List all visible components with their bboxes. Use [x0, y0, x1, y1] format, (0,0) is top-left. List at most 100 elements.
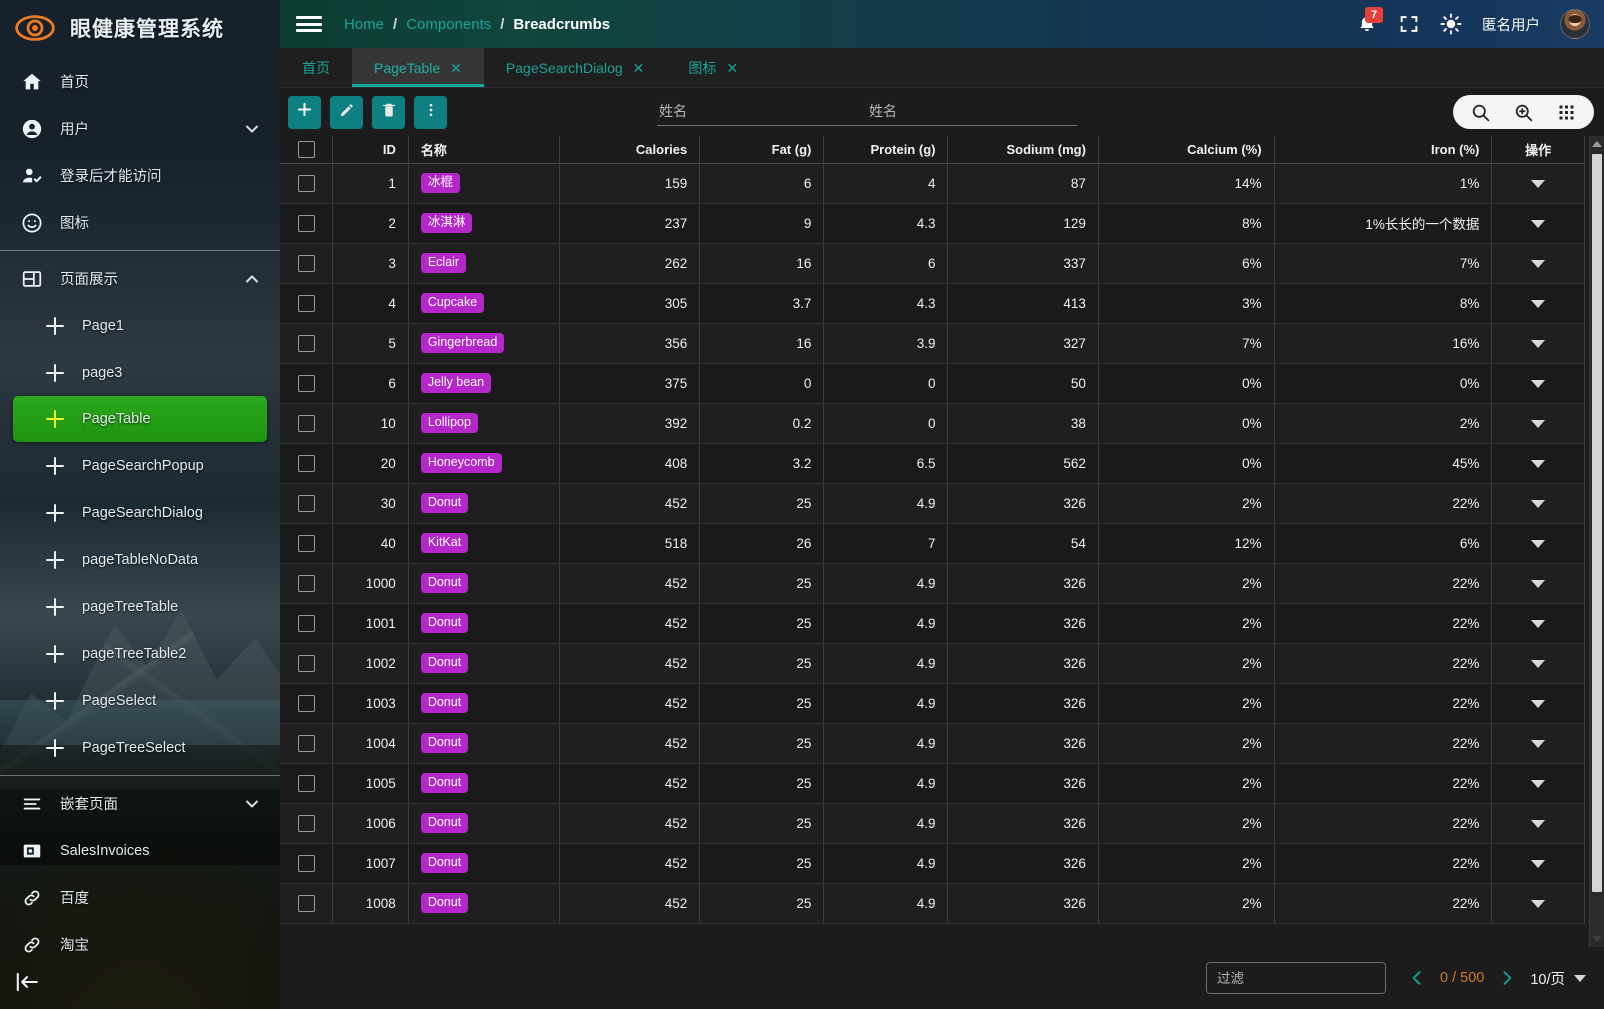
caret-down-icon[interactable] [1531, 499, 1546, 508]
close-icon[interactable]: ✕ [450, 61, 462, 75]
brand[interactable]: 眼健康管理系统 [0, 0, 280, 56]
caret-down-icon[interactable] [1531, 259, 1546, 268]
add-button[interactable] [288, 95, 321, 129]
table-row[interactable]: 1007 Donut 452 25 4.9 326 2% 22% [280, 843, 1585, 884]
col-header-iron[interactable]: Iron (%) [1274, 136, 1493, 164]
row-checkbox[interactable] [297, 374, 315, 392]
table-row[interactable]: 20 Honeycomb 408 3.2 6.5 562 0% 45% [280, 443, 1585, 484]
breadcrumb-item-components[interactable]: Components [406, 16, 491, 33]
caret-down-icon[interactable] [1531, 859, 1546, 868]
edit-button[interactable] [330, 95, 363, 129]
tab-pagetable[interactable]: PageTable ✕ [352, 48, 484, 87]
caret-down-icon[interactable] [1531, 579, 1546, 588]
table-row[interactable]: 6 Jelly bean 375 0 0 50 0% 0% [280, 363, 1585, 404]
table-row[interactable]: 1000 Donut 452 25 4.9 326 2% 22% [280, 563, 1585, 604]
table-row[interactable]: 1006 Donut 452 25 4.9 326 2% 22% [280, 803, 1585, 844]
page-size-selector[interactable]: 10/页 [1530, 968, 1586, 989]
col-header-sodium[interactable]: Sodium (mg) [947, 136, 1099, 164]
chevron-right-icon[interactable] [1494, 965, 1520, 991]
col-header-fat[interactable]: Fat (g) [699, 136, 825, 164]
row-checkbox[interactable] [297, 574, 315, 592]
sidebar-item-users[interactable]: 用户 [0, 105, 280, 152]
table-row[interactable]: 3 Eclair 262 16 6 337 6% 7% [280, 243, 1585, 284]
name-field-2[interactable] [867, 98, 1077, 126]
sidebar-item-home[interactable]: 首页 [0, 58, 280, 105]
chevron-down-icon[interactable] [242, 119, 262, 139]
chevron-left-icon[interactable] [1404, 965, 1430, 991]
table-row[interactable]: 1001 Donut 452 25 4.9 326 2% 22% [280, 603, 1585, 644]
caret-down-icon[interactable] [1531, 419, 1546, 428]
collapse-sidebar-icon[interactable] [14, 969, 40, 995]
sidebar-subitem-page1[interactable]: Page1 [0, 302, 280, 349]
caret-down-icon[interactable] [1531, 339, 1546, 348]
row-checkbox[interactable] [297, 414, 315, 432]
row-checkbox[interactable] [297, 214, 315, 232]
sidebar-subitem-pagetreetable2[interactable]: pageTreeTable2 [0, 630, 280, 677]
caret-down-icon[interactable] [1531, 899, 1546, 908]
scrollbar-thumb[interactable] [1592, 154, 1602, 892]
table-row[interactable]: 1005 Donut 452 25 4.9 326 2% 22% [280, 763, 1585, 804]
select-all-checkbox[interactable] [297, 140, 315, 158]
sidebar-subitem-page3[interactable]: page3 [0, 349, 280, 396]
tab-pagesearchdialog[interactable]: PageSearchDialog ✕ [484, 48, 666, 87]
col-header-protein[interactable]: Protein (g) [823, 136, 949, 164]
tab-icons[interactable]: 图标 ✕ [666, 48, 760, 87]
sidebar-group-page-display[interactable]: 页面展示 [0, 255, 280, 302]
table-row[interactable]: 1002 Donut 452 25 4.9 326 2% 22% [280, 643, 1585, 684]
sidebar-item-baidu[interactable]: 百度 [0, 874, 280, 921]
table-row[interactable]: 2 冰淇淋 237 9 4.3 129 8% 1%长长的一个数据 [280, 203, 1585, 244]
row-checkbox[interactable] [297, 174, 315, 192]
scroll-down-button[interactable] [1590, 931, 1604, 947]
table-vertical-scrollbar[interactable] [1589, 136, 1604, 947]
table-row[interactable]: 1008 Donut 452 25 4.9 326 2% 22% [280, 883, 1585, 924]
scroll-up-button[interactable] [1590, 136, 1604, 152]
sidebar-item-icons[interactable]: 图标 [0, 199, 280, 246]
grid-apps-icon[interactable] [1556, 102, 1577, 123]
search-icon[interactable] [1470, 102, 1491, 123]
row-checkbox[interactable] [297, 294, 315, 312]
row-checkbox[interactable] [297, 734, 315, 752]
close-icon[interactable]: ✕ [726, 61, 738, 75]
table-row[interactable]: 4 Cupcake 305 3.7 4.3 413 3% 8% [280, 283, 1585, 324]
caret-down-icon[interactable] [1531, 659, 1546, 668]
caret-down-icon[interactable] [1531, 539, 1546, 548]
hamburger-menu-icon[interactable] [296, 14, 322, 34]
close-icon[interactable]: ✕ [633, 61, 645, 75]
chevron-down-icon[interactable] [242, 794, 262, 814]
caret-down-icon[interactable] [1531, 739, 1546, 748]
caret-down-icon[interactable] [1531, 179, 1546, 188]
caret-down-icon[interactable] [1531, 299, 1546, 308]
row-checkbox[interactable] [297, 334, 315, 352]
sidebar-subitem-pagetreeselect[interactable]: PageTreeSelect [0, 724, 280, 771]
table-row[interactable]: 30 Donut 452 25 4.9 326 2% 22% [280, 483, 1585, 524]
table-row[interactable]: 40 KitKat 518 26 7 54 12% 6% [280, 523, 1585, 564]
fullscreen-icon[interactable] [1398, 13, 1420, 35]
sidebar-subitem-pageselect[interactable]: PageSelect [0, 677, 280, 724]
row-checkbox[interactable] [297, 814, 315, 832]
sidebar-subitem-pagesearchpopup[interactable]: PageSearchPopup [0, 442, 280, 489]
table-row[interactable]: 1004 Donut 452 25 4.9 326 2% 22% [280, 723, 1585, 764]
search-plus-icon[interactable] [1513, 102, 1534, 123]
name-field-1[interactable] [657, 98, 867, 126]
delete-button[interactable] [372, 95, 405, 129]
caret-down-icon[interactable] [1531, 459, 1546, 468]
sidebar-subitem-pagesearchdialog[interactable]: PageSearchDialog [0, 489, 280, 536]
row-checkbox[interactable] [297, 494, 315, 512]
sun-icon[interactable] [1440, 13, 1462, 35]
avatar[interactable] [1560, 9, 1590, 39]
table-row[interactable]: 1003 Donut 452 25 4.9 326 2% 22% [280, 683, 1585, 724]
caret-down-icon[interactable] [1531, 699, 1546, 708]
sidebar-item-nested-pages[interactable]: 嵌套页面 [0, 780, 280, 827]
col-header-calcium[interactable]: Calcium (%) [1098, 136, 1275, 164]
sidebar-subitem-pagetreetable[interactable]: pageTreeTable [0, 583, 280, 630]
notifications-button[interactable]: 7 [1356, 7, 1383, 36]
tab-home[interactable]: 首页 [280, 48, 352, 87]
row-checkbox[interactable] [297, 254, 315, 272]
sidebar-item-salesinvoices[interactable]: SalesInvoices [0, 827, 280, 874]
caret-down-icon[interactable] [1531, 219, 1546, 228]
row-checkbox[interactable] [297, 774, 315, 792]
sidebar-subitem-pagetablenodata[interactable]: pageTableNoData [0, 536, 280, 583]
caret-down-icon[interactable] [1531, 379, 1546, 388]
row-checkbox[interactable] [297, 454, 315, 472]
caret-down-icon[interactable] [1531, 819, 1546, 828]
